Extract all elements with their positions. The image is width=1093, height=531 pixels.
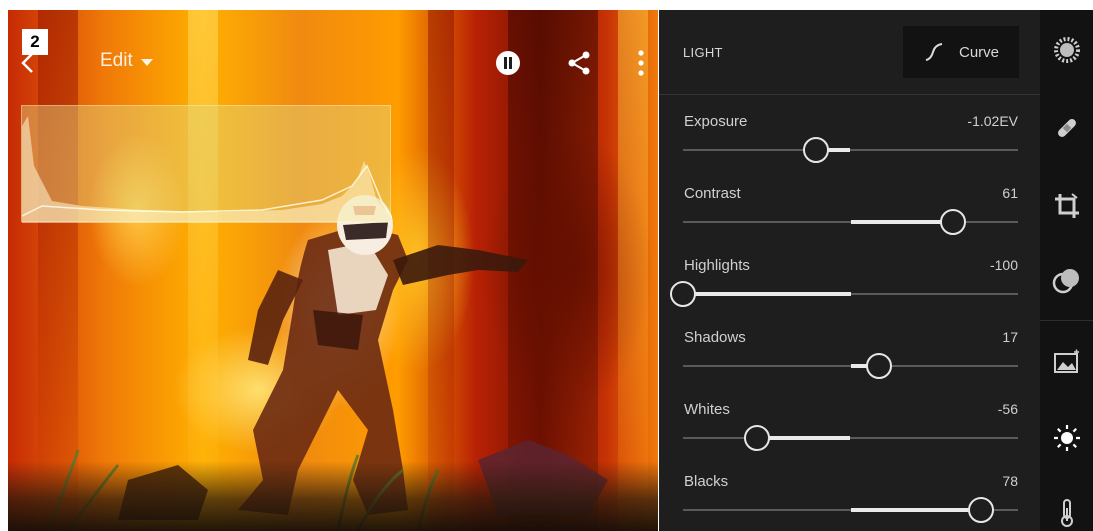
edit-menu-label: Edit bbox=[100, 50, 133, 71]
auto-icon[interactable] bbox=[1052, 347, 1082, 377]
slider-thumb[interactable] bbox=[670, 281, 696, 307]
tools-strip bbox=[1040, 10, 1093, 531]
crop-icon[interactable] bbox=[1052, 191, 1082, 221]
light-icon[interactable] bbox=[1052, 423, 1082, 453]
slider-thumb[interactable] bbox=[939, 209, 966, 235]
curve-button[interactable]: Curve bbox=[903, 26, 1019, 78]
slider-label: Highlights bbox=[684, 257, 750, 274]
slider-thumb[interactable] bbox=[743, 425, 770, 451]
section-title: LIGHT bbox=[683, 45, 723, 60]
share-icon[interactable] bbox=[566, 50, 592, 76]
slider-value: 17 bbox=[1002, 329, 1018, 345]
slider-track[interactable] bbox=[683, 353, 1018, 379]
slider-value: -1.02EV bbox=[967, 113, 1018, 129]
tools-divider bbox=[1040, 320, 1093, 321]
photo-canvas[interactable]: Edit bbox=[8, 10, 658, 531]
slider-value: 78 bbox=[1002, 473, 1018, 489]
healing-brush-icon[interactable] bbox=[1052, 113, 1082, 143]
slider-exposure: Exposure -1.02EV bbox=[683, 113, 1018, 173]
step-badge: 2 bbox=[22, 29, 48, 55]
slider-thumb[interactable] bbox=[803, 137, 830, 163]
slider-track[interactable] bbox=[670, 281, 1018, 307]
slider-label: Blacks bbox=[684, 473, 729, 490]
histogram bbox=[21, 105, 393, 223]
slider-thumb[interactable] bbox=[968, 497, 995, 523]
selective-icon[interactable] bbox=[1052, 266, 1082, 296]
slider-label: Shadows bbox=[684, 329, 746, 346]
edit-menu[interactable]: Edit bbox=[100, 50, 153, 72]
slider-label: Whites bbox=[684, 401, 730, 418]
slider-highlights: Highlights -100 bbox=[670, 257, 1018, 317]
slider-fill bbox=[850, 508, 982, 512]
histogram-graph bbox=[21, 116, 393, 223]
slider-fill bbox=[850, 220, 953, 224]
slider-label: Exposure bbox=[684, 113, 748, 130]
trooper-figure bbox=[46, 195, 608, 531]
pause-icon[interactable] bbox=[496, 51, 520, 75]
slider-blacks: Blacks 78 bbox=[683, 473, 1018, 531]
slider-track[interactable] bbox=[683, 209, 1018, 235]
slider-shadows: Shadows 17 bbox=[683, 329, 1018, 389]
presets-icon[interactable] bbox=[1052, 35, 1082, 65]
slider-fill bbox=[683, 292, 851, 296]
curve-button-label: Curve bbox=[958, 43, 999, 61]
slider-track[interactable] bbox=[683, 497, 1018, 523]
slider-value: 61 bbox=[1002, 185, 1018, 201]
slider-value: -56 bbox=[997, 401, 1018, 417]
color-temperature-icon[interactable] bbox=[1052, 498, 1082, 528]
back-arrow-icon[interactable] bbox=[20, 52, 34, 74]
curve-icon bbox=[925, 43, 943, 61]
slider-contrast: Contrast 61 bbox=[683, 185, 1018, 245]
chevron-down-icon bbox=[140, 58, 153, 66]
slider-whites: Whites -56 bbox=[683, 401, 1018, 461]
more-options-icon[interactable] bbox=[638, 50, 644, 76]
slider-fill bbox=[756, 436, 851, 440]
slider-track[interactable] bbox=[683, 137, 1018, 163]
slider-thumb[interactable] bbox=[865, 353, 892, 379]
slider-track[interactable] bbox=[683, 425, 1018, 451]
slider-value: -100 bbox=[989, 257, 1018, 273]
panel-header: LIGHT Curve bbox=[659, 10, 1040, 95]
app-frame: Edit 2 LIGHT Curve Exposure -1.02EV Cont… bbox=[0, 0, 1093, 531]
ground bbox=[8, 461, 658, 531]
slider-label: Contrast bbox=[684, 185, 741, 202]
light-panel: LIGHT Curve Exposure -1.02EV Contrast 61… bbox=[659, 10, 1040, 531]
